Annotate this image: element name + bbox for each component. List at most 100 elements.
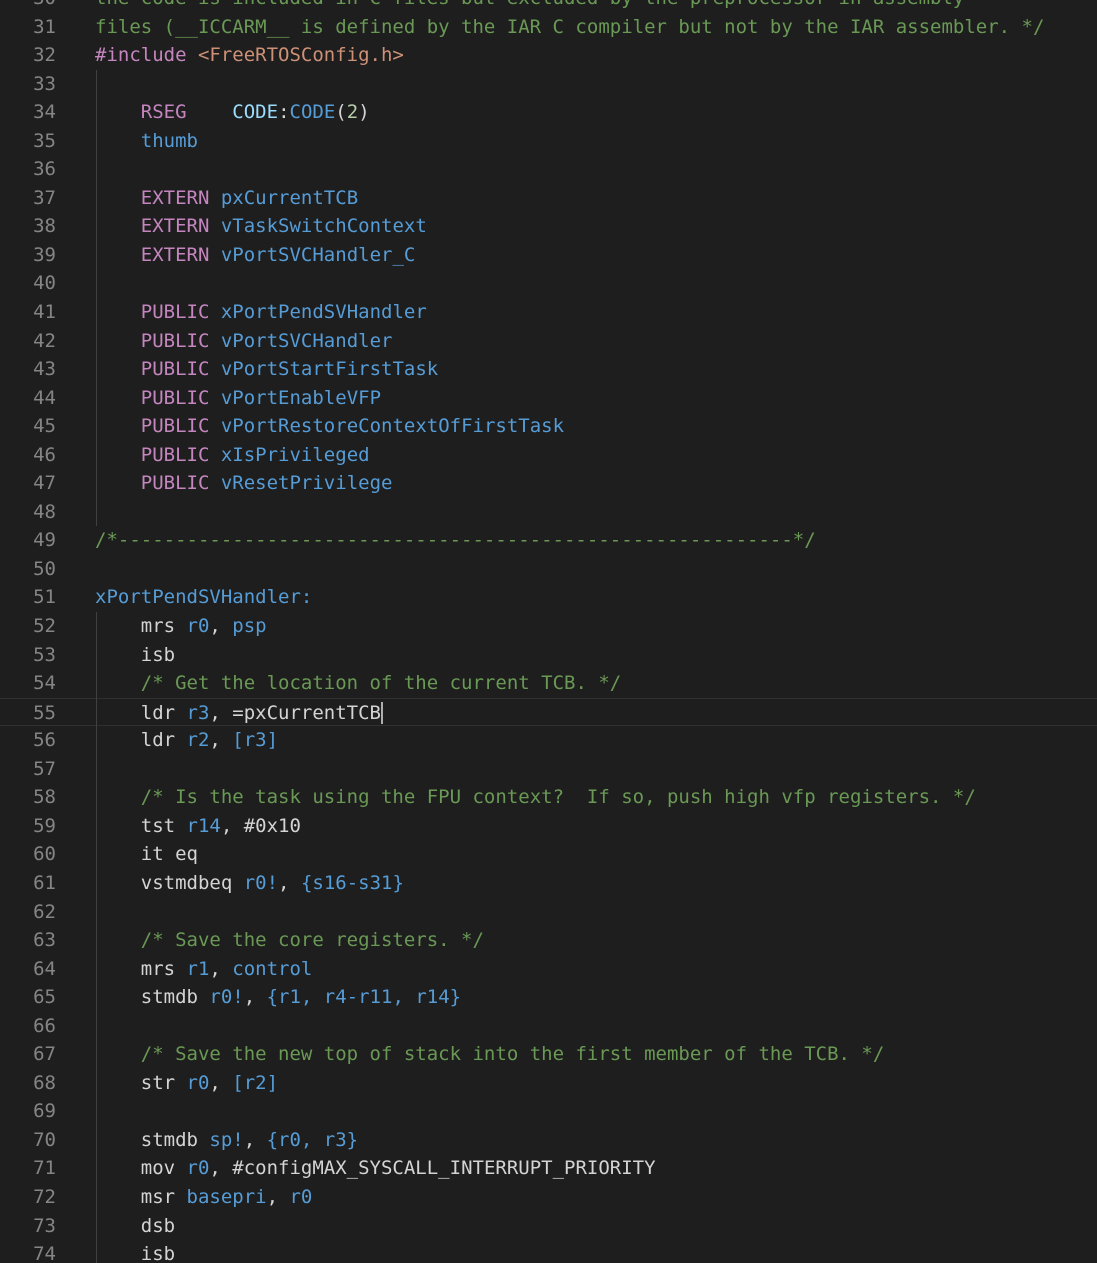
code-text[interactable]: isb bbox=[95, 641, 175, 670]
code-token: r0 bbox=[186, 1157, 210, 1180]
code-line[interactable]: 33 bbox=[0, 70, 1097, 99]
code-editor[interactable]: 30 the code is included in C files but ex… bbox=[0, 0, 1097, 1263]
code-line[interactable]: 46 PUBLIC xIsPrivileged bbox=[0, 441, 1097, 470]
code-line[interactable]: 41 PUBLIC xPortPendSVHandler bbox=[0, 298, 1097, 327]
code-token: {s16-s31} bbox=[300, 871, 404, 894]
code-line[interactable]: 51 xPortPendSVHandler: bbox=[0, 583, 1097, 612]
code-text[interactable]: PUBLIC xIsPrivileged bbox=[95, 441, 370, 470]
code-line[interactable]: 47 PUBLIC vResetPrivilege bbox=[0, 469, 1097, 498]
code-text[interactable]: the code is included in C files but excl… bbox=[95, 0, 964, 13]
code-token: mrs bbox=[95, 957, 187, 980]
code-line[interactable]: 36 bbox=[0, 155, 1097, 184]
code-token: vTaskSwitchContext bbox=[220, 215, 427, 238]
code-token: xPortPendSVHandler: bbox=[95, 586, 313, 609]
code-line[interactable]: 62 bbox=[0, 898, 1097, 927]
code-line[interactable]: 34 RSEG CODE:CODE(2) bbox=[0, 98, 1097, 127]
code-text[interactable]: PUBLIC vResetPrivilege bbox=[95, 469, 393, 498]
code-text[interactable]: /* Get the location of the current TCB. … bbox=[95, 669, 621, 698]
code-line[interactable]: 52 mrs r0, psp bbox=[0, 612, 1097, 641]
code-text[interactable]: /*--------------------------------------… bbox=[95, 526, 816, 555]
code-token: CODE bbox=[289, 101, 336, 124]
code-line[interactable]: 56 ldr r2, [r3] bbox=[0, 726, 1097, 755]
code-text[interactable]: isb bbox=[95, 1240, 175, 1263]
code-line[interactable]: 30 the code is included in C files but ex… bbox=[0, 0, 1097, 13]
code-line[interactable]: 69 bbox=[0, 1097, 1097, 1126]
code-text[interactable]: PUBLIC vPortEnableVFP bbox=[95, 384, 381, 413]
code-text[interactable]: dsb bbox=[95, 1212, 175, 1241]
code-line[interactable]: 45 PUBLIC vPortRestoreContextOfFirstTask bbox=[0, 412, 1097, 441]
code-token: control bbox=[232, 957, 313, 980]
code-line[interactable]: 57 bbox=[0, 755, 1097, 784]
code-text[interactable]: vstmdbeq r0!, {s16-s31} bbox=[95, 869, 404, 898]
code-token: PUBLIC bbox=[140, 472, 210, 495]
code-line[interactable]: 72 msr basepri, r0 bbox=[0, 1183, 1097, 1212]
code-text[interactable]: str r0, [r2] bbox=[95, 1069, 278, 1098]
line-number: 34 bbox=[33, 101, 56, 124]
code-text[interactable]: xPortPendSVHandler: bbox=[95, 583, 312, 612]
code-text[interactable]: PUBLIC vPortRestoreContextOfFirstTask bbox=[95, 412, 564, 441]
code-line[interactable]: 35 thumb bbox=[0, 127, 1097, 156]
code-line[interactable]: 48 bbox=[0, 498, 1097, 527]
code-text[interactable]: mrs r0, psp bbox=[95, 612, 267, 641]
code-line[interactable]: 61 vstmdbeq r0!, {s16-s31} bbox=[0, 869, 1097, 898]
code-text[interactable]: it eq bbox=[95, 840, 198, 869]
code-text[interactable]: mov r0, #configMAX_SYSCALL_INTERRUPT_PRI… bbox=[95, 1154, 656, 1183]
code-line[interactable]: 58 /* Is the task using the FPU context?… bbox=[0, 783, 1097, 812]
code-text[interactable]: ldr r2, [r3] bbox=[95, 726, 278, 755]
code-line[interactable]: 49 /*------------------------------------… bbox=[0, 526, 1097, 555]
code-text[interactable]: /* Save the core registers. */ bbox=[95, 926, 484, 955]
code-text[interactable]: ldr r3, =pxCurrentTCB bbox=[95, 699, 383, 728]
code-line[interactable]: 44 PUBLIC vPortEnableVFP bbox=[0, 384, 1097, 413]
code-line[interactable]: 55 ldr r3, =pxCurrentTCB bbox=[0, 697, 1097, 728]
line-number: 74 bbox=[33, 1243, 56, 1263]
code-text[interactable]: EXTERN vTaskSwitchContext bbox=[95, 212, 427, 241]
code-text[interactable]: files (__ICCARM__ is defined by the IAR … bbox=[95, 13, 1044, 42]
code-line[interactable]: 39 EXTERN vPortSVCHandler_C bbox=[0, 241, 1097, 270]
code-line[interactable]: 68 str r0, [r2] bbox=[0, 1069, 1097, 1098]
code-token: files (__ICCARM__ is defined by the IAR … bbox=[95, 15, 1045, 38]
code-text[interactable]: mrs r1, control bbox=[95, 955, 313, 984]
code-line[interactable]: 70 stmdb sp!, {r0, r3} bbox=[0, 1126, 1097, 1155]
code-text[interactable]: PUBLIC vPortStartFirstTask bbox=[95, 355, 438, 384]
code-text[interactable]: msr basepri, r0 bbox=[95, 1183, 313, 1212]
code-line[interactable]: 38 EXTERN vTaskSwitchContext bbox=[0, 212, 1097, 241]
code-text[interactable]: stmdb r0!, {r1, r4-r11, r14} bbox=[95, 983, 461, 1012]
code-line[interactable]: 71 mov r0, #configMAX_SYSCALL_INTERRUPT_… bbox=[0, 1154, 1097, 1183]
code-text[interactable]: tst r14, #0x10 bbox=[95, 812, 301, 841]
code-text[interactable]: #include <FreeRTOSConfig.h> bbox=[95, 41, 404, 70]
code-token: isb bbox=[95, 643, 176, 666]
code-line[interactable]: 59 tst r14, #0x10 bbox=[0, 812, 1097, 841]
code-line[interactable]: 43 PUBLIC vPortStartFirstTask bbox=[0, 355, 1097, 384]
code-line[interactable]: 73 dsb bbox=[0, 1212, 1097, 1241]
line-number: 53 bbox=[33, 643, 56, 666]
code-text[interactable]: stmdb sp!, {r0, r3} bbox=[95, 1126, 358, 1155]
code-line[interactable]: 74 isb bbox=[0, 1240, 1097, 1263]
code-text[interactable]: /* Save the new top of stack into the fi… bbox=[95, 1040, 885, 1069]
line-number: 55 bbox=[33, 701, 56, 724]
code-text[interactable]: EXTERN pxCurrentTCB bbox=[95, 184, 358, 213]
code-line[interactable]: 66 bbox=[0, 1012, 1097, 1041]
code-token: [r2] bbox=[232, 1071, 279, 1094]
code-line[interactable]: 54 /* Get the location of the current TC… bbox=[0, 669, 1097, 698]
code-line[interactable]: 31 files (__ICCARM__ is defined by the IA… bbox=[0, 13, 1097, 42]
code-line[interactable]: 32 #include <FreeRTOSConfig.h> bbox=[0, 41, 1097, 70]
code-line[interactable]: 42 PUBLIC vPortSVCHandler bbox=[0, 327, 1097, 356]
code-text[interactable]: /* Is the task using the FPU context? If… bbox=[95, 783, 976, 812]
code-line[interactable]: 67 /* Save the new top of stack into the… bbox=[0, 1040, 1097, 1069]
code-line[interactable]: 50 bbox=[0, 555, 1097, 584]
code-text[interactable]: RSEG CODE:CODE(2) bbox=[95, 98, 370, 127]
code-line[interactable]: 63 /* Save the core registers. */ bbox=[0, 926, 1097, 955]
code-text[interactable]: thumb bbox=[95, 127, 198, 156]
code-text[interactable]: EXTERN vPortSVCHandler_C bbox=[95, 241, 416, 270]
code-line[interactable]: 64 mrs r1, control bbox=[0, 955, 1097, 984]
line-number: 46 bbox=[33, 443, 56, 466]
code-text[interactable]: PUBLIC vPortSVCHandler bbox=[95, 327, 393, 356]
code-line[interactable]: 53 isb bbox=[0, 641, 1097, 670]
code-line[interactable]: 37 EXTERN pxCurrentTCB bbox=[0, 184, 1097, 213]
code-line[interactable]: 60 it eq bbox=[0, 840, 1097, 869]
code-line[interactable]: 40 bbox=[0, 269, 1097, 298]
code-line[interactable]: 65 stmdb r0!, {r1, r4-r11, r14} bbox=[0, 983, 1097, 1012]
code-text[interactable]: PUBLIC xPortPendSVHandler bbox=[95, 298, 427, 327]
